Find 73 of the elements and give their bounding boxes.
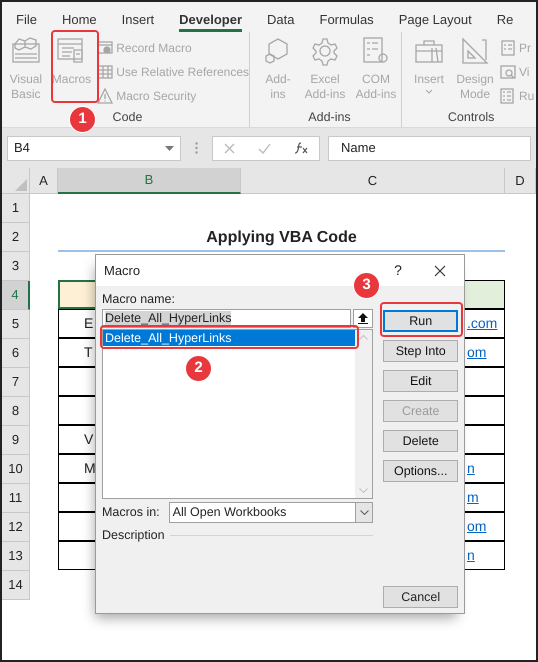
- arrow-up-icon: [358, 313, 368, 324]
- dialog-button[interactable]: Edit: [383, 370, 458, 392]
- cancel-button[interactable]: Cancel: [383, 586, 458, 608]
- check-icon[interactable]: [258, 142, 271, 154]
- gear-icon: [310, 36, 340, 66]
- ribbon-tab[interactable]: Insert: [122, 6, 154, 32]
- email-link[interactable]: om: [467, 342, 486, 363]
- help-button[interactable]: ?: [388, 260, 408, 281]
- section-label: Description: [102, 527, 165, 544]
- email-link[interactable]: m: [467, 487, 479, 508]
- email-link[interactable]: n: [467, 545, 475, 566]
- row-header[interactable]: 8: [2, 397, 30, 426]
- macros-in-dropdown[interactable]: All Open Workbooks: [168, 502, 374, 523]
- warning-icon: [97, 88, 114, 104]
- group-label: Code: [112, 109, 142, 126]
- email-link[interactable]: om: [467, 516, 486, 537]
- row-header[interactable]: 7: [2, 368, 30, 397]
- dialog-button[interactable]: Run: [383, 310, 458, 332]
- ribbon-tab[interactable]: File: [16, 6, 37, 32]
- properties-icon: [500, 40, 516, 56]
- formula-field[interactable]: Name: [328, 136, 531, 160]
- close-icon[interactable]: [434, 264, 446, 276]
- name-box[interactable]: B4: [7, 136, 181, 160]
- macro-name-field[interactable]: Delete_All_HyperLinks: [102, 309, 352, 328]
- dialog-button[interactable]: Options...: [383, 460, 458, 482]
- row-header[interactable]: 5: [2, 310, 30, 339]
- row-header[interactable]: 6: [2, 339, 30, 368]
- row-header[interactable]: 13: [2, 542, 30, 571]
- row-header[interactable]: 14: [2, 571, 30, 600]
- column-header[interactable]: D: [505, 168, 536, 194]
- sheet-title: Applying VBA Code: [206, 228, 357, 248]
- ribbon-tab[interactable]: Re: [496, 6, 514, 32]
- dropdown-arrow-icon: [165, 146, 174, 150]
- email-link[interactable]: .com: [467, 313, 498, 334]
- ribbon-tab[interactable]: Formulas: [320, 6, 374, 32]
- list-icon: [500, 88, 516, 104]
- field-label: Macros in:: [102, 504, 160, 522]
- row-header[interactable]: 3: [2, 252, 30, 281]
- chevron-down-icon: [360, 510, 369, 515]
- dialog-button[interactable]: Delete: [383, 430, 458, 452]
- row-header[interactable]: 10: [2, 455, 30, 484]
- dialog-button[interactable]: Step Into: [383, 340, 458, 362]
- grid-icon: [97, 64, 114, 80]
- row-header[interactable]: 12: [2, 513, 30, 542]
- select-all-corner[interactable]: [2, 168, 30, 194]
- magnifier-icon: [500, 64, 516, 80]
- row-header[interactable]: 11: [2, 484, 30, 513]
- row-header[interactable]: 9: [2, 426, 30, 455]
- email-link[interactable]: n: [467, 458, 475, 479]
- column-header[interactable]: A: [30, 168, 58, 194]
- group-label: Add-ins: [308, 109, 351, 126]
- chevron-down-icon: [359, 488, 368, 493]
- column-header[interactable]: C: [241, 168, 505, 194]
- chevron-up-icon: [359, 335, 368, 340]
- scrollbar[interactable]: [355, 330, 372, 498]
- ribbon-tab[interactable]: Home: [62, 6, 97, 32]
- dialog-title: Macro: [104, 262, 142, 280]
- group-label: Controls: [448, 109, 494, 126]
- row-header[interactable]: 1: [2, 194, 30, 223]
- ribbon-tab[interactable]: Page Layout: [398, 6, 472, 32]
- function-icon[interactable]: [294, 142, 308, 154]
- row-header[interactable]: 2: [2, 223, 30, 252]
- macro-list-item[interactable]: Delete_All_HyperLinks: [103, 330, 356, 346]
- field-label: Macro name:: [102, 291, 176, 307]
- triangle-icon: [15, 179, 27, 191]
- chevron-down-icon: [425, 89, 433, 94]
- collapse-button[interactable]: [353, 309, 374, 328]
- record-icon: [97, 40, 114, 56]
- column-header[interactable]: B: [58, 168, 241, 194]
- cancel-icon[interactable]: [224, 142, 236, 154]
- ribbon-tab[interactable]: Data: [267, 6, 294, 32]
- row-header[interactable]: 4: [2, 281, 30, 310]
- more-icon: [195, 142, 198, 154]
